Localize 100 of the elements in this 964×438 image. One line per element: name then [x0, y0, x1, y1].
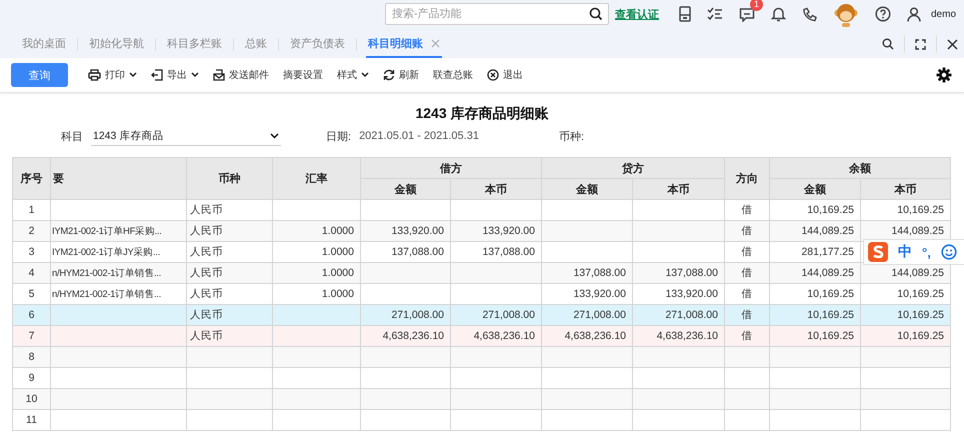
user-name[interactable]: demo: [930, 8, 956, 20]
summary-cell: IYM21-002-1订单JY采购...: [52, 246, 160, 258]
avatar-icon[interactable]: [832, 1, 859, 27]
column-header: 方向: [724, 158, 770, 200]
row-number: 1: [28, 204, 34, 216]
currency-cell: 人民币: [190, 330, 223, 342]
export-icon: [151, 69, 163, 81]
direction-cell: 借: [742, 225, 752, 237]
rate-cell: 1.0000: [322, 225, 354, 237]
row-number: 6: [28, 309, 34, 321]
balance-cell: 10,169.25: [807, 330, 854, 342]
amount-cell: 133,920.00: [665, 288, 718, 300]
toolbar-button[interactable]: 刷新: [377, 63, 425, 87]
direction-cell: 借: [742, 204, 752, 216]
report-title: 1243 库存商品明细账: [414, 105, 550, 123]
direction-cell: 借: [742, 267, 752, 279]
currency-cell: 人民币: [190, 309, 223, 321]
amount-cell: 4,638,236.10: [656, 330, 718, 342]
input-method-logo-icon[interactable]: [868, 242, 888, 262]
column-header: 要: [50, 158, 186, 200]
refresh-icon: [383, 69, 395, 81]
balance-cell: 144,089.25: [801, 267, 854, 279]
column-header: 序号: [12, 158, 50, 200]
checklist-icon[interactable]: [706, 7, 723, 21]
currency-cell: 人民币: [190, 204, 223, 216]
currency-cell: 人民币: [190, 267, 223, 279]
phone-icon[interactable]: [802, 6, 817, 22]
amount-cell: 137,088.00: [391, 246, 444, 258]
calculator-icon[interactable]: [678, 6, 691, 22]
row-number: 10: [26, 393, 38, 405]
rate-cell: 1.0000: [322, 288, 354, 300]
row-number: 11: [26, 414, 37, 426]
amount-cell: 271,008.00: [482, 309, 535, 321]
smiley-icon[interactable]: [940, 244, 957, 260]
account-label: 科目: [61, 130, 83, 144]
fullscreen-icon[interactable]: [915, 38, 926, 50]
settings-icon[interactable]: [936, 67, 952, 83]
row-number: 5: [28, 288, 34, 300]
search-field[interactable]: 搜索-产品功能: [384, 3, 609, 25]
amount-cell: 271,008.00: [665, 309, 718, 321]
amount-cell: 133,920.00: [573, 288, 626, 300]
balance-cell: 10,169.25: [897, 288, 944, 300]
search-icon: [588, 7, 603, 21]
balance-cell: 10,169.25: [807, 288, 854, 300]
row-number: 8: [28, 351, 34, 363]
summary-cell: n/HYM21-002-1订单销售...: [52, 268, 161, 278]
column-header: 币种: [186, 158, 272, 200]
amount-cell: 133,920.00: [482, 225, 535, 237]
row-number: 7: [28, 330, 34, 342]
currency-cell: 人民币: [190, 288, 223, 300]
column-header: 本币: [632, 178, 724, 200]
message-icon[interactable]: [738, 6, 755, 22]
help-icon[interactable]: [874, 6, 891, 22]
summary-cell: n/HYM21-002-1订单销售...: [52, 288, 161, 300]
punctuation-toggle[interactable]: °,: [922, 244, 931, 260]
column-header: 余额: [770, 158, 950, 178]
date-label: 日期:: [326, 130, 352, 144]
balance-cell: 144,089.25: [891, 267, 944, 279]
query-button[interactable]: 查询: [11, 63, 68, 87]
toolbar-button[interactable]: 发送邮件: [207, 63, 275, 87]
column-header: 借方: [360, 158, 542, 178]
direction-cell: 借: [742, 330, 752, 342]
balance-cell: 10,169.25: [897, 204, 944, 216]
amount-cell: 137,088.00: [482, 246, 535, 258]
printer-icon: [88, 69, 101, 81]
tab[interactable]: 科目明细账: [366, 31, 442, 58]
exit-icon: [487, 69, 499, 81]
toolbar-button[interactable]: 联查总账: [427, 63, 479, 87]
rate-cell: 1.0000: [322, 246, 354, 258]
row-number: 2: [28, 225, 34, 237]
currency-cell: 人民币: [190, 246, 223, 258]
balance-cell: 281,177.25: [801, 246, 854, 258]
toolbar-button[interactable]: 样式: [331, 63, 375, 87]
direction-cell: 借: [742, 288, 752, 300]
amount-cell: 271,008.00: [573, 309, 626, 321]
toolbar-button[interactable]: 退出: [481, 63, 529, 87]
column-header: 本币: [450, 178, 542, 200]
bell-icon[interactable]: [770, 6, 786, 22]
search-icon[interactable]: [882, 38, 894, 50]
toolbar-button[interactable]: 摘要设置: [277, 63, 329, 87]
column-header: 汇率: [272, 158, 360, 200]
amount-cell: 137,088.00: [665, 267, 718, 279]
account-select[interactable]: 1243 库存商品: [91, 126, 281, 146]
amount-cell: 4,638,236.10: [474, 330, 535, 342]
direction-cell: 借: [742, 309, 752, 321]
input-mode-toggle[interactable]: 中: [898, 243, 912, 261]
balance-cell: 144,089.25: [801, 225, 854, 237]
amount-cell: 271,008.00: [391, 309, 444, 321]
toolbar-button[interactable]: 打印: [82, 63, 143, 87]
close-icon[interactable]: [947, 38, 958, 50]
toolbar-button[interactable]: 导出: [145, 63, 205, 87]
direction-cell: 借: [742, 246, 752, 258]
user-icon[interactable]: [906, 6, 921, 22]
rate-cell: 1.0000: [322, 267, 354, 279]
verify-link[interactable]: 查看认证: [614, 6, 659, 22]
amount-cell: 133,920.00: [391, 225, 444, 237]
mail-icon: [213, 69, 225, 81]
chevron-icon: [270, 132, 279, 138]
notification-badge: 1: [750, 0, 763, 10]
column-header: 金额: [360, 178, 450, 200]
